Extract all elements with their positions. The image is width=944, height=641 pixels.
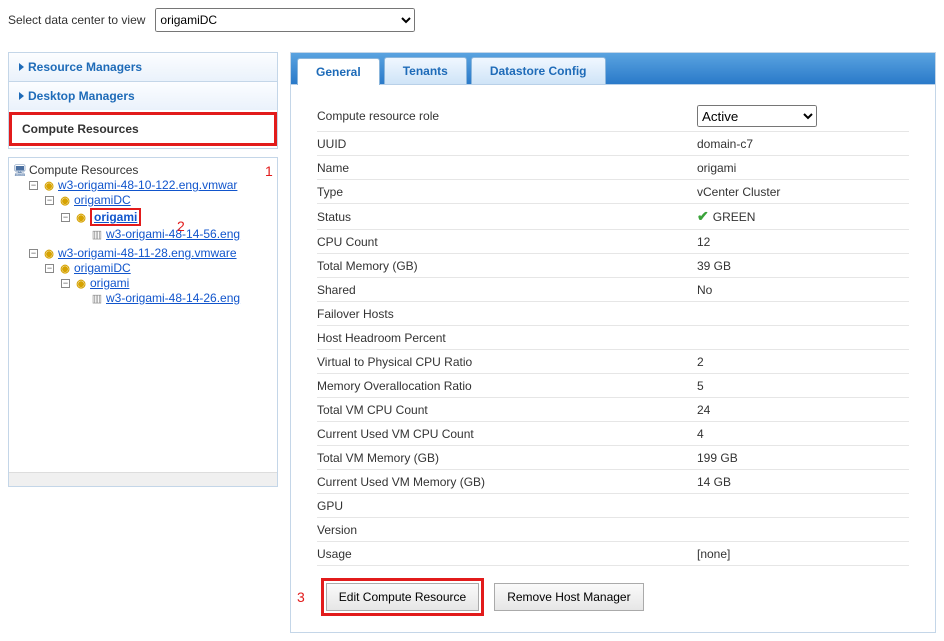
cluster-icon: 🖥 [13, 163, 27, 177]
cpu-count-value: 12 [697, 235, 909, 249]
annotation-3: 3 [297, 589, 305, 605]
uuid-label: UUID [317, 137, 697, 151]
type-label: Type [317, 185, 697, 199]
nav-desktop-managers[interactable]: Desktop Managers [9, 81, 277, 110]
check-icon: ✔ [697, 208, 709, 225]
tab-datastore-config[interactable]: Datastore Config [471, 57, 606, 84]
version-label: Version [317, 523, 697, 537]
host-headroom-label: Host Headroom Percent [317, 331, 697, 345]
tree-node-cluster-1-selected[interactable]: − ◉ origami 2 [61, 208, 277, 226]
collapse-icon[interactable]: − [45, 196, 54, 205]
total-vm-mem-value: 199 GB [697, 451, 909, 465]
total-memory-value: 39 GB [697, 259, 909, 273]
nav-resource-managers-label: Resource Managers [28, 60, 142, 74]
current-vm-cpu-value: 4 [697, 427, 909, 441]
nav-compute-resources[interactable]: Compute Resources [9, 112, 277, 146]
resource-icon: ◉ [58, 193, 72, 207]
gpu-label: GPU [317, 499, 697, 513]
tree-node-dc-1[interactable]: − ◉ origamiDC [45, 193, 277, 207]
tree-node-host-2[interactable]: ▥ w3-origami-48-14-26.eng [77, 291, 277, 305]
tab-general[interactable]: General [297, 58, 380, 85]
datacenter-select-label: Select data center to view [8, 13, 145, 27]
mem-overalloc-label: Memory Overallocation Ratio [317, 379, 697, 393]
annotation-1: 1 [265, 163, 273, 179]
datacenter-select[interactable]: origamiDC [155, 8, 415, 32]
cluster-icon: ◉ [74, 210, 88, 224]
resource-icon: ◉ [42, 246, 56, 260]
horizontal-scrollbar[interactable] [9, 472, 277, 486]
total-memory-label: Total Memory (GB) [317, 259, 697, 273]
usage-label: Usage [317, 547, 697, 561]
edit-compute-resource-button[interactable]: Edit Compute Resource [326, 583, 479, 611]
shared-label: Shared [317, 283, 697, 297]
collapse-icon[interactable]: − [61, 213, 70, 222]
total-vm-cpu-label: Total VM CPU Count [317, 403, 697, 417]
cpu-count-label: CPU Count [317, 235, 697, 249]
tab-tenants[interactable]: Tenants [384, 57, 467, 84]
failover-hosts-label: Failover Hosts [317, 307, 697, 321]
annotation-2: 2 [177, 218, 185, 234]
usage-value: [none] [697, 547, 909, 561]
resource-icon: ◉ [58, 261, 72, 275]
remove-host-manager-button[interactable]: Remove Host Manager [494, 583, 643, 611]
shared-value: No [697, 283, 909, 297]
current-vm-mem-value: 14 GB [697, 475, 909, 489]
tree-node-dc-2[interactable]: − ◉ origamiDC [45, 261, 277, 275]
name-value: origami [697, 161, 909, 175]
total-vm-cpu-value: 24 [697, 403, 909, 417]
tree-node-vcenter-2[interactable]: − ◉ w3-origami-48-11-28.eng.vmware [29, 246, 277, 260]
role-label: Compute resource role [317, 109, 697, 123]
tree-node-cluster-2[interactable]: − ◉ origami [61, 276, 277, 290]
collapse-icon[interactable]: − [29, 249, 38, 258]
nav-resource-managers[interactable]: Resource Managers [9, 53, 277, 81]
nav-desktop-managers-label: Desktop Managers [28, 89, 135, 103]
host-icon: ▥ [90, 291, 104, 305]
type-value: vCenter Cluster [697, 185, 909, 199]
resource-icon: ◉ [42, 178, 56, 192]
nav-compute-resources-label: Compute Resources [12, 115, 274, 143]
vpcpu-ratio-value: 2 [697, 355, 909, 369]
vpcpu-ratio-label: Virtual to Physical CPU Ratio [317, 355, 697, 369]
status-value: GREEN [713, 210, 756, 224]
name-label: Name [317, 161, 697, 175]
tree-root[interactable]: 🖥 Compute Resources [13, 163, 277, 177]
current-vm-cpu-label: Current Used VM CPU Count [317, 427, 697, 441]
mem-overalloc-value: 5 [697, 379, 909, 393]
collapse-icon[interactable]: − [29, 181, 38, 190]
cluster-icon: ◉ [74, 276, 88, 290]
total-vm-mem-label: Total VM Memory (GB) [317, 451, 697, 465]
host-icon: ▥ [90, 227, 104, 241]
current-vm-mem-label: Current Used VM Memory (GB) [317, 475, 697, 489]
chevron-right-icon [19, 63, 24, 71]
collapse-icon[interactable]: − [61, 279, 70, 288]
role-select[interactable]: Active [697, 105, 817, 127]
chevron-right-icon [19, 92, 24, 100]
tree-node-vcenter-1[interactable]: − ◉ w3-origami-48-10-122.eng.vmwar [29, 178, 277, 192]
uuid-value: domain-c7 [697, 137, 909, 151]
collapse-icon[interactable]: − [45, 264, 54, 273]
status-label: Status [317, 210, 697, 224]
